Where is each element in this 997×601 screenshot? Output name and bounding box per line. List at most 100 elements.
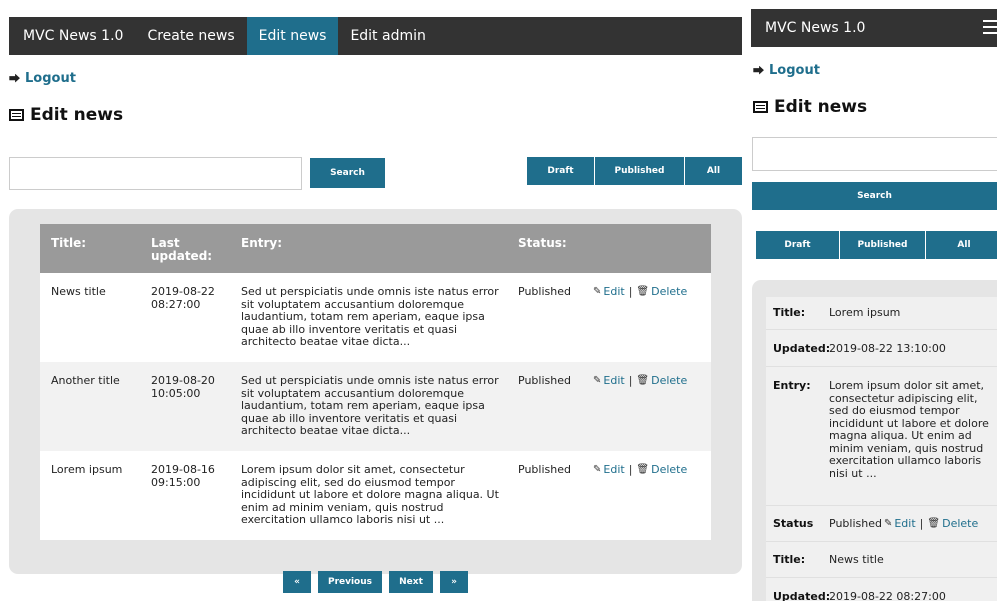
- mobile-page-title-text: Edit news: [774, 97, 868, 117]
- sign-out-icon: ⮕: [9, 72, 20, 85]
- trash-icon: 🗑: [636, 286, 650, 297]
- list-alt-icon: [753, 101, 768, 113]
- trash-icon: 🗑: [636, 464, 650, 475]
- table-row: News title 2019-08-22 08:27:00 Sed ut pe…: [40, 273, 711, 362]
- edit-link[interactable]: Edit: [603, 285, 624, 299]
- hamburger-menu-icon[interactable]: [983, 20, 997, 36]
- row-entry: Lorem ipsum dolor sit amet, consectetur …: [241, 463, 499, 526]
- logout-link[interactable]: ⮕ Logout: [9, 70, 76, 86]
- row-status: Published: [518, 374, 571, 387]
- edit-icon: ✎: [593, 375, 602, 386]
- edit-link[interactable]: Edit: [603, 463, 624, 477]
- row-updated: 2019-08-20 10:05:00: [151, 374, 215, 400]
- brand-link[interactable]: MVC News 1.0: [9, 17, 135, 55]
- row-entry: Sed ut perspiciatis unde omnis iste natu…: [241, 285, 499, 348]
- col-actions-header: [593, 224, 711, 273]
- status-filter-group: Draft Published All: [527, 157, 742, 185]
- card-title-label: Title:: [773, 306, 806, 319]
- mobile-logout-link[interactable]: ⮕ Logout: [753, 62, 820, 78]
- col-updated-header: Last updated:: [151, 236, 213, 263]
- search-button[interactable]: Search: [310, 158, 385, 188]
- table-header: Title: Last updated: Entry: Status:: [40, 224, 711, 273]
- card-title-value: News title: [829, 553, 884, 566]
- card-title-row: Title: Lorem ipsum: [766, 297, 997, 330]
- first-page-button[interactable]: «: [283, 571, 311, 593]
- card-entry-value: Lorem ipsum dolor sit amet, consectetur …: [829, 379, 989, 480]
- row-actions: ✎ Edit | 🗑 Delete: [593, 451, 711, 540]
- last-page-button[interactable]: »: [440, 571, 468, 593]
- mobile-brand-link[interactable]: MVC News 1.0: [751, 9, 877, 47]
- action-separator: |: [919, 517, 924, 530]
- card-updated-row: Updated: 2019-08-22 08:27:00: [766, 578, 997, 601]
- mobile-page-title: Edit news: [753, 97, 867, 117]
- edit-link[interactable]: Edit: [894, 517, 915, 531]
- col-status-header: Status:: [518, 236, 567, 250]
- card-updated-row: Updated: 2019-08-22 13:10:00: [766, 330, 997, 367]
- mobile-filter-published-button[interactable]: Published: [840, 231, 926, 259]
- row-title: Another title: [51, 374, 120, 387]
- filter-draft-button[interactable]: Draft: [527, 157, 595, 185]
- mobile-filter-draft-button[interactable]: Draft: [756, 231, 840, 259]
- logout-label: Logout: [25, 70, 76, 86]
- next-page-button[interactable]: Next: [389, 571, 433, 593]
- mobile-news-list: Title: Lorem ipsum Updated: 2019-08-22 1…: [766, 297, 997, 601]
- table-row: Lorem ipsum 2019-08-16 09:15:00 Lorem ip…: [40, 451, 711, 540]
- edit-icon: ✎: [883, 518, 893, 529]
- action-separator: |: [628, 285, 633, 298]
- previous-page-button[interactable]: Previous: [318, 571, 382, 593]
- card-title-label: Title:: [773, 553, 806, 566]
- row-status: Published: [518, 285, 571, 298]
- delete-link[interactable]: Delete: [651, 374, 687, 388]
- filter-published-button[interactable]: Published: [595, 157, 685, 185]
- row-status: Published: [518, 463, 571, 476]
- delete-link[interactable]: Delete: [651, 463, 687, 477]
- filter-all-button[interactable]: All: [685, 157, 742, 185]
- edit-icon: ✎: [593, 464, 602, 475]
- top-navbar: MVC News 1.0 Create news Edit news Edit …: [9, 17, 742, 55]
- col-title-header: Title:: [51, 236, 87, 250]
- page-title-text: Edit news: [30, 105, 124, 125]
- card-entry-row: Entry: Lorem ipsum dolor sit amet, conse…: [766, 367, 997, 506]
- edit-icon: ✎: [593, 286, 602, 297]
- mobile-filter-all-button[interactable]: All: [926, 231, 997, 259]
- mobile-news-panel: Title: Lorem ipsum Updated: 2019-08-22 1…: [752, 280, 997, 601]
- col-entry-header: Entry:: [241, 236, 283, 250]
- card-updated-label: Updated:: [773, 590, 831, 601]
- mobile-logout-label: Logout: [769, 62, 820, 78]
- action-separator: |: [628, 374, 633, 387]
- row-entry: Sed ut perspiciatis unde omnis iste natu…: [241, 374, 499, 437]
- delete-link[interactable]: Delete: [651, 285, 687, 299]
- trash-icon: 🗑: [636, 375, 650, 386]
- desktop-view: MVC News 1.0 Create news Edit news Edit …: [0, 0, 742, 601]
- nav-create-news[interactable]: Create news: [135, 17, 246, 55]
- mobile-status-filter-group: Draft Published All: [756, 231, 997, 259]
- mobile-view: MVC News 1.0 ⮕ Logout Edit news Search D…: [751, 0, 997, 601]
- card-status-label: Status: [773, 517, 814, 530]
- row-actions: ✎ Edit | 🗑 Delete: [593, 273, 711, 362]
- nav-edit-admin[interactable]: Edit admin: [338, 17, 437, 55]
- row-updated: 2019-08-22 08:27:00: [151, 285, 215, 311]
- table-row: Another title 2019-08-20 10:05:00 Sed ut…: [40, 362, 711, 451]
- row-updated: 2019-08-16 09:15:00: [151, 463, 215, 489]
- sign-out-icon: ⮕: [753, 64, 764, 77]
- news-table-panel: Title: Last updated: Entry: Status: News…: [9, 209, 742, 574]
- list-alt-icon: [9, 109, 24, 121]
- delete-link[interactable]: Delete: [942, 517, 978, 531]
- card-status-text: Published: [829, 517, 882, 530]
- search-input[interactable]: [9, 157, 302, 190]
- card-title-row: Title: News title: [766, 542, 997, 578]
- mobile-search-button[interactable]: Search: [752, 182, 997, 210]
- page-title: Edit news: [9, 105, 123, 125]
- edit-link[interactable]: Edit: [603, 374, 624, 388]
- trash-icon: 🗑: [927, 518, 941, 529]
- card-updated-value: 2019-08-22 08:27:00: [829, 590, 946, 601]
- card-title-value: Lorem ipsum: [829, 306, 901, 319]
- card-updated-value: 2019-08-22 13:10:00: [829, 342, 946, 355]
- nav-edit-news[interactable]: Edit news: [246, 17, 339, 55]
- table-body: News title 2019-08-22 08:27:00 Sed ut pe…: [40, 273, 711, 540]
- mobile-search-input[interactable]: [752, 137, 997, 171]
- card-status-value: Published ✎ Edit | 🗑 Delete: [829, 517, 997, 541]
- action-separator: |: [628, 463, 633, 476]
- row-title: News title: [51, 285, 106, 298]
- card-status-row: Status Published ✎ Edit | 🗑 Delete: [766, 506, 997, 542]
